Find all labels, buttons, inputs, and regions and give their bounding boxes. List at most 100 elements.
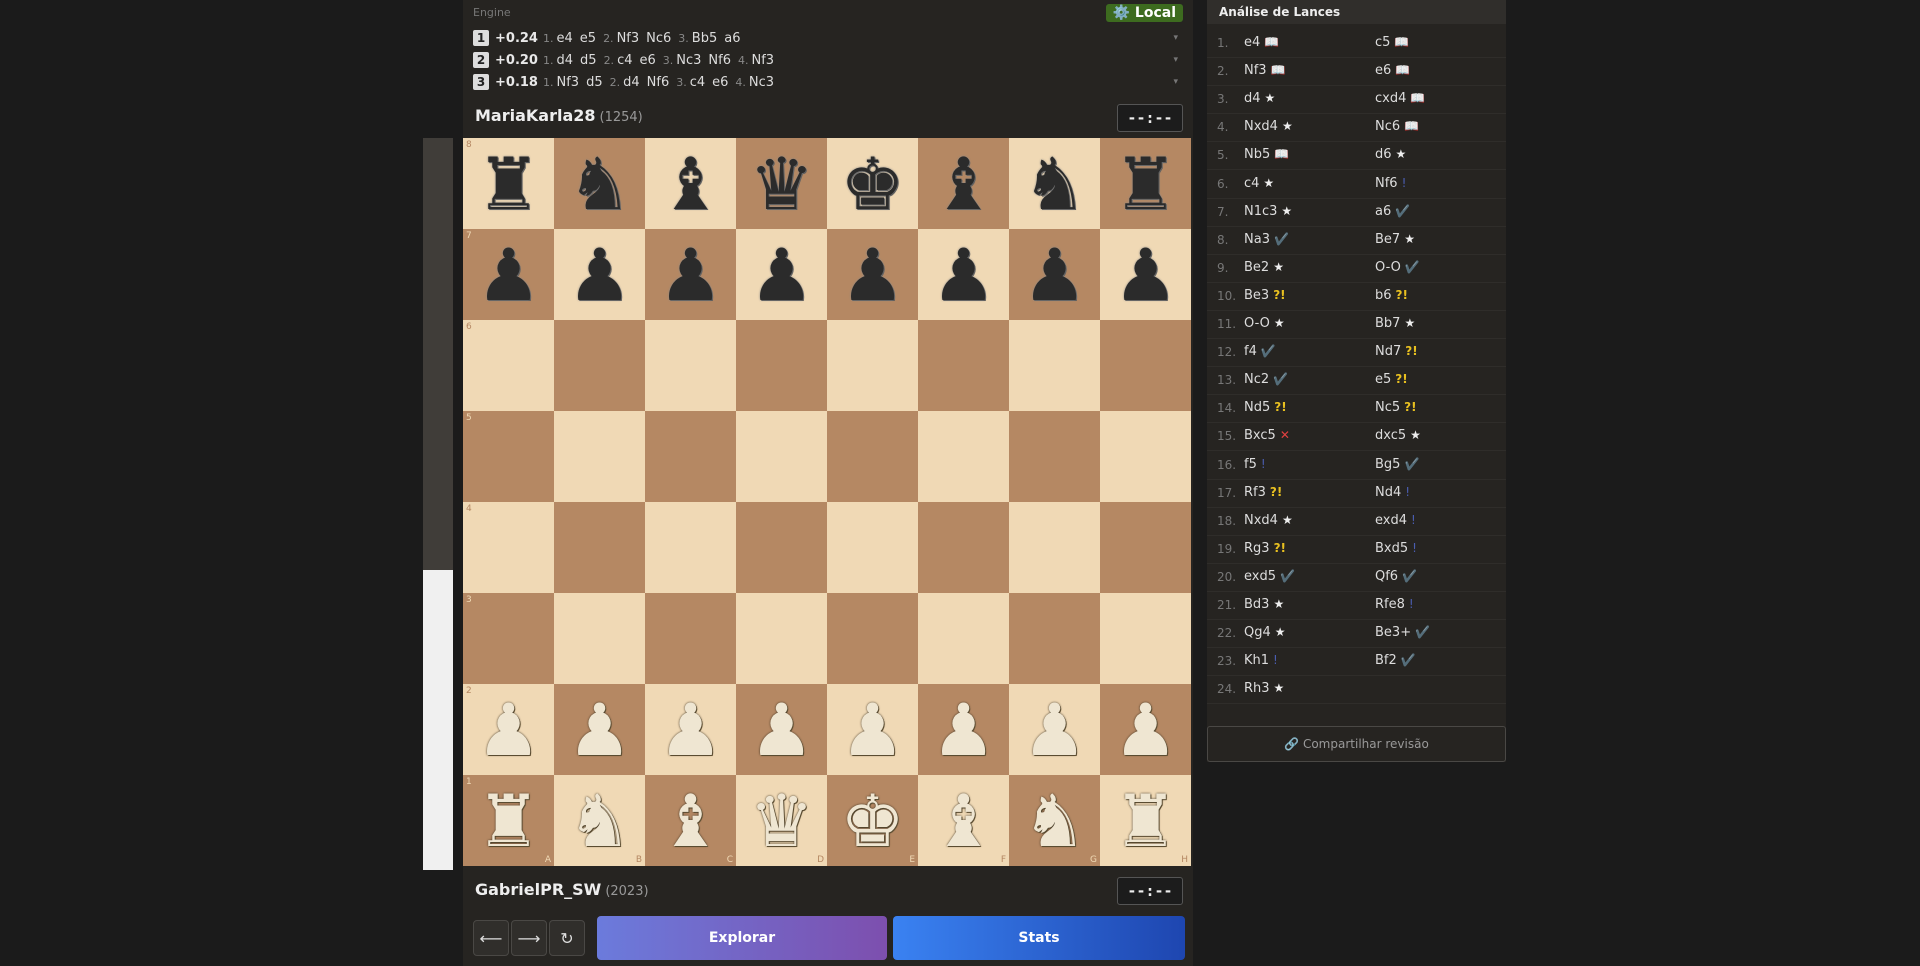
white-king-icon[interactable]: ♚ (827, 775, 918, 866)
board-square[interactable]: ♞ (554, 138, 645, 229)
board-square[interactable]: ♜ (1100, 138, 1191, 229)
engine-move[interactable]: Nf6 (708, 53, 731, 68)
explore-button[interactable]: Explorar (597, 916, 887, 960)
board-square[interactable] (827, 593, 918, 684)
board-square[interactable] (1100, 320, 1191, 411)
black-pawn-icon[interactable]: ♟ (554, 229, 645, 320)
black-move[interactable]: Bf2 ✔️ (1375, 653, 1416, 668)
board-square[interactable] (736, 320, 827, 411)
board-square[interactable]: ♟ (1009, 229, 1100, 320)
board-square[interactable] (1100, 502, 1191, 593)
engine-move[interactable]: Bb5 (692, 31, 717, 46)
board-square[interactable]: 1 A ♜ (463, 775, 554, 866)
white-move[interactable]: Na3 ✔️ (1244, 232, 1289, 247)
board-square[interactable]: ♟ (918, 684, 1009, 775)
board-square[interactable]: D ♛ (736, 775, 827, 866)
black-move[interactable]: Nd7?! (1375, 344, 1418, 359)
white-move[interactable]: Nxd4 ★ (1244, 513, 1293, 528)
white-move[interactable]: Nd5?! (1244, 400, 1287, 415)
board-square[interactable]: ♟ (918, 229, 1009, 320)
engine-move[interactable]: d4 (623, 75, 640, 90)
engine-move[interactable]: d4 (557, 53, 574, 68)
black-pawn-icon[interactable]: ♟ (827, 229, 918, 320)
engine-move[interactable]: d5 (586, 75, 603, 90)
engine-move[interactable]: Nf6 (647, 75, 670, 90)
board-square[interactable]: 2 ♟ (463, 684, 554, 775)
black-knight-icon[interactable]: ♞ (554, 138, 645, 229)
engine-move[interactable]: a6 (724, 31, 740, 46)
black-bishop-icon[interactable]: ♝ (645, 138, 736, 229)
engine-move[interactable]: Nf3 (752, 53, 775, 68)
black-move[interactable]: Rfe8! (1375, 597, 1414, 612)
white-queen-icon[interactable]: ♛ (736, 775, 827, 866)
white-move[interactable]: Bd3 ★ (1244, 597, 1284, 612)
board-square[interactable] (736, 593, 827, 684)
board-square[interactable]: ♟ (1100, 684, 1191, 775)
share-review-button[interactable]: 🔗 Compartilhar revisão (1207, 726, 1506, 762)
board-square[interactable]: ♟ (645, 229, 736, 320)
board-square[interactable]: ♝ (918, 138, 1009, 229)
white-pawn-icon[interactable]: ♟ (1100, 684, 1191, 775)
board-square[interactable]: B ♞ (554, 775, 645, 866)
engine-line[interactable]: 2 +0.20 1. d4 d5 2. c4 e6 3. Nc3 Nf6 4. Nf3 ▾ (473, 50, 1178, 70)
board-square[interactable] (736, 502, 827, 593)
white-rook-icon[interactable]: ♜ (1100, 775, 1191, 866)
board-square[interactable]: ♟ (827, 229, 918, 320)
engine-move[interactable]: d5 (580, 53, 597, 68)
white-pawn-icon[interactable]: ♟ (554, 684, 645, 775)
board-square[interactable] (918, 593, 1009, 684)
engine-move[interactable]: Nc3 (676, 53, 701, 68)
white-move[interactable]: Nxd4 ★ (1244, 119, 1293, 134)
white-move[interactable]: Nb5 📖 (1244, 147, 1289, 162)
black-pawn-icon[interactable]: ♟ (645, 229, 736, 320)
black-move[interactable]: exd4! (1375, 513, 1416, 528)
black-move[interactable]: Bxd5! (1375, 541, 1417, 556)
board-square[interactable] (827, 411, 918, 502)
engine-move[interactable]: c4 (690, 75, 705, 90)
board-square[interactable] (645, 411, 736, 502)
board-square[interactable] (645, 320, 736, 411)
board-square[interactable] (1009, 320, 1100, 411)
flip-board-button[interactable]: ↻ (549, 920, 585, 956)
black-move[interactable]: Nd4! (1375, 485, 1410, 500)
black-move[interactable]: O-O ✔️ (1375, 260, 1420, 275)
black-move[interactable]: e5?! (1375, 372, 1408, 387)
white-move[interactable]: Nf3 📖 (1244, 63, 1286, 78)
engine-mode-badge[interactable]: ⚙️ Local (1105, 4, 1183, 22)
board-square[interactable] (918, 411, 1009, 502)
white-pawn-icon[interactable]: ♟ (918, 684, 1009, 775)
white-move[interactable]: N1c3 ★ (1244, 204, 1292, 219)
board-square[interactable]: 4 (463, 502, 554, 593)
black-knight-icon[interactable]: ♞ (1009, 138, 1100, 229)
white-move[interactable]: f4 ✔️ (1244, 344, 1276, 359)
engine-move[interactable]: e6 (712, 75, 728, 90)
board-square[interactable] (1009, 502, 1100, 593)
board-square[interactable] (1009, 593, 1100, 684)
white-move[interactable]: Qg4 ★ (1244, 625, 1286, 640)
next-move-button[interactable]: ⟶ (511, 920, 547, 956)
board-square[interactable]: H ♜ (1100, 775, 1191, 866)
engine-move[interactable]: Nf3 (557, 75, 580, 90)
stats-button[interactable]: Stats (893, 916, 1185, 960)
engine-move[interactable]: Nc3 (749, 75, 774, 90)
board-square[interactable] (554, 320, 645, 411)
black-move[interactable]: Nc5?! (1375, 400, 1417, 415)
white-knight-icon[interactable]: ♞ (1009, 775, 1100, 866)
board-square[interactable] (1009, 411, 1100, 502)
black-move[interactable]: Nf6! (1375, 176, 1406, 191)
black-pawn-icon[interactable]: ♟ (736, 229, 827, 320)
black-move[interactable]: b6?! (1375, 288, 1408, 303)
board-square[interactable]: 6 (463, 320, 554, 411)
white-bishop-icon[interactable]: ♝ (645, 775, 736, 866)
white-rook-icon[interactable]: ♜ (463, 775, 554, 866)
black-move[interactable]: Nc6 📖 (1375, 119, 1419, 134)
white-bishop-icon[interactable]: ♝ (918, 775, 1009, 866)
black-king-icon[interactable]: ♚ (827, 138, 918, 229)
black-pawn-icon[interactable]: ♟ (918, 229, 1009, 320)
board-square[interactable] (1100, 593, 1191, 684)
board-square[interactable]: G ♞ (1009, 775, 1100, 866)
black-pawn-icon[interactable]: ♟ (1009, 229, 1100, 320)
board-square[interactable]: 5 (463, 411, 554, 502)
board-square[interactable]: 3 (463, 593, 554, 684)
black-bishop-icon[interactable]: ♝ (918, 138, 1009, 229)
